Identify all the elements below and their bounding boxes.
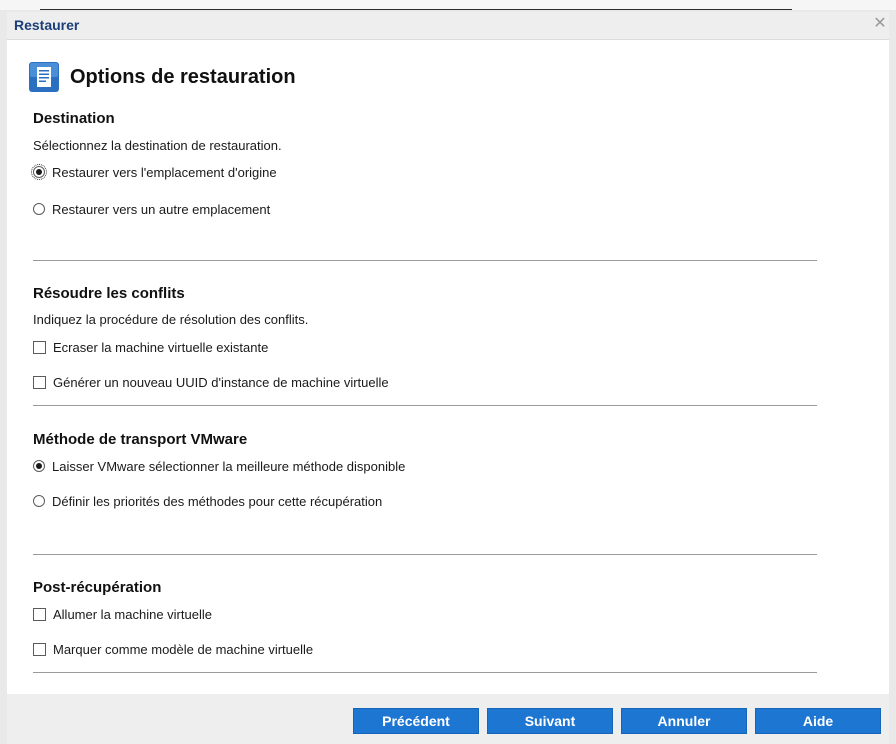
checkbox[interactable] (33, 375, 46, 389)
close-icon[interactable]: ✕ (871, 14, 889, 34)
section-divider (33, 405, 817, 406)
section-divider (33, 672, 817, 673)
option-label: Ecraser la machine virtuelle existante (53, 339, 269, 355)
option-label: Laisser VMware sélectionner la meilleure… (52, 458, 406, 474)
checkbox-overwrite-vm[interactable]: Ecraser la machine virtuelle existante (33, 338, 268, 356)
checkbox-power-on-vm[interactable]: Allumer la machine virtuelle (33, 605, 212, 623)
cancel-button[interactable]: Annuler (621, 708, 747, 734)
checkbox-new-uuid[interactable]: Générer un nouveau UUID d'instance de ma… (33, 373, 389, 391)
dialog-title: Restaurer (14, 17, 80, 33)
option-label: Allumer la machine virtuelle (53, 606, 212, 622)
section-title-destination: Destination (33, 110, 115, 127)
restore-dialog: Restaurer ✕ Options de restauration Dest… (7, 12, 889, 744)
section-desc-conflicts: Indiquez la procédure de résolution des … (33, 312, 309, 327)
section-divider (33, 554, 817, 555)
background-divider (40, 9, 792, 10)
option-label: Restaurer vers un autre emplacement (52, 201, 271, 217)
radio-button[interactable] (33, 495, 45, 507)
radio-other-location[interactable]: Restaurer vers un autre emplacement (33, 200, 270, 218)
section-desc-destination: Sélectionnez la destination de restaurat… (33, 138, 282, 153)
next-button[interactable]: Suivant (487, 708, 613, 734)
checkbox[interactable] (33, 340, 46, 354)
document-icon (29, 62, 59, 92)
option-label: Restaurer vers l'emplacement d'origine (52, 164, 277, 180)
radio-button[interactable] (31, 164, 47, 180)
dialog-footer: Précédent Suivant Annuler Aide (7, 694, 889, 744)
page-title: Options de restauration (70, 66, 296, 88)
radio-set-priorities[interactable]: Définir les priorités des méthodes pour … (33, 492, 382, 510)
radio-button[interactable] (33, 203, 45, 215)
checkbox[interactable] (33, 642, 46, 656)
previous-button[interactable]: Précédent (353, 708, 479, 734)
section-title-conflicts: Résoudre les conflits (33, 285, 185, 302)
section-divider (33, 260, 817, 261)
section-title-transport: Méthode de transport VMware (33, 431, 248, 448)
section-title-post-recovery: Post-récupération (33, 579, 162, 596)
background-window-strip (0, 0, 896, 10)
help-button[interactable]: Aide (755, 708, 881, 734)
option-label: Marquer comme modèle de machine virtuell… (53, 641, 314, 657)
radio-button[interactable] (33, 460, 45, 472)
option-label: Générer un nouveau UUID d'instance de ma… (53, 374, 389, 390)
checkbox[interactable] (33, 607, 46, 621)
radio-vmware-best-method[interactable]: Laisser VMware sélectionner la meilleure… (33, 457, 405, 475)
radio-original-location[interactable]: Restaurer vers l'emplacement d'origine (31, 163, 277, 181)
dialog-content: Options de restauration Destination Séle… (7, 40, 889, 690)
option-label: Définir les priorités des méthodes pour … (52, 493, 383, 509)
checkbox-mark-as-template[interactable]: Marquer comme modèle de machine virtuell… (33, 640, 313, 658)
dialog-titlebar: Restaurer ✕ (7, 12, 889, 40)
